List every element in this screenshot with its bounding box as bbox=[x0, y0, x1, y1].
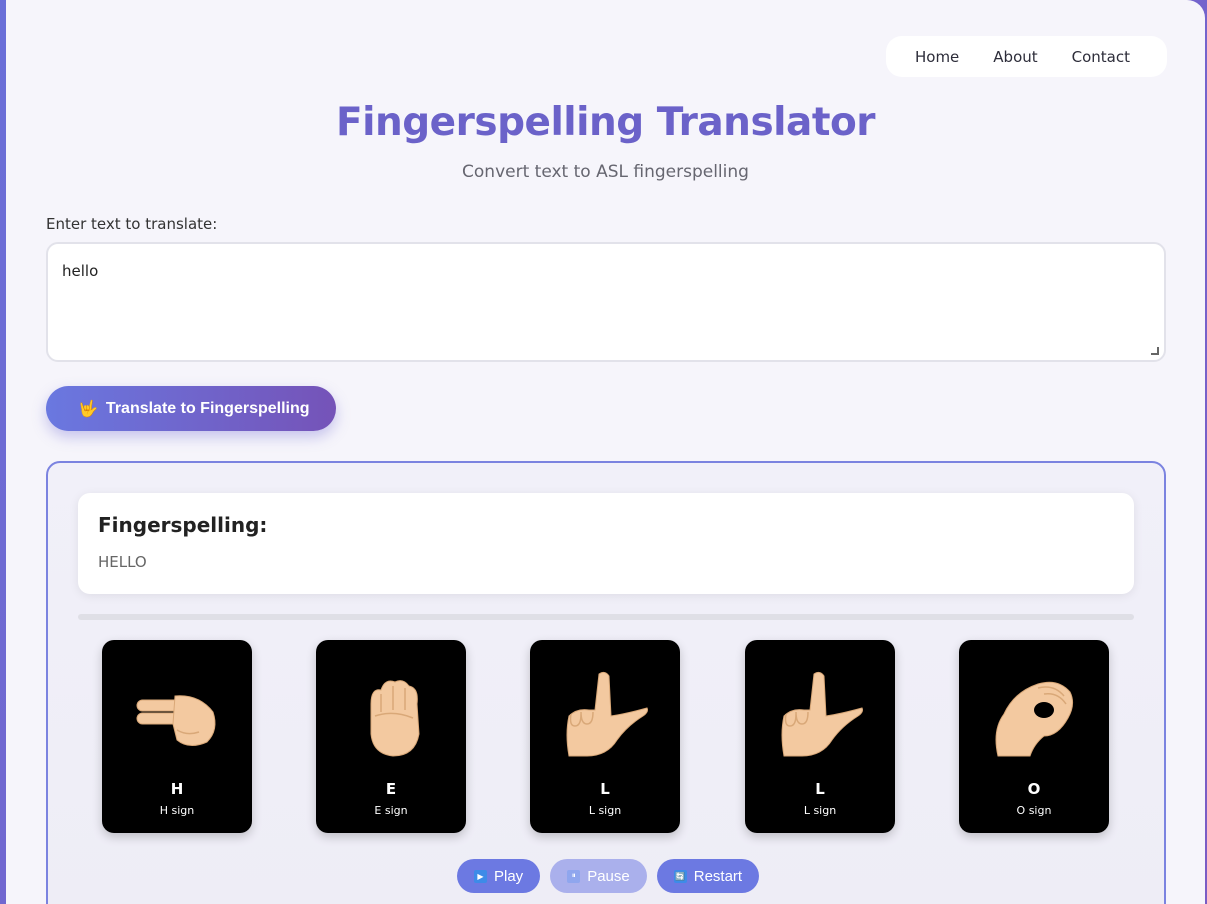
result-panel: Fingerspelling: HELLO H H sign E E sign … bbox=[46, 461, 1166, 904]
hand-sign-l-icon bbox=[566, 671, 648, 757]
sign-caption: L sign bbox=[803, 804, 837, 817]
hand-sign-h-icon bbox=[136, 695, 216, 746]
sign-card-l-1[interactable]: L L sign bbox=[530, 640, 680, 833]
translate-button[interactable]: 🤟 Translate to Fingerspelling bbox=[46, 386, 336, 431]
app-window: Home About Contact Fingerspelling Transl… bbox=[6, 0, 1205, 904]
page-title: Fingerspelling Translator bbox=[335, 100, 876, 145]
sign-card-h[interactable]: H H sign bbox=[102, 640, 252, 833]
playback-controls: ▶ Play ⏸ Pause 🔄 Restart bbox=[457, 859, 760, 893]
sign-letter: L bbox=[600, 780, 610, 798]
hand-sign-o-icon bbox=[995, 681, 1074, 757]
text-input[interactable]: hello bbox=[46, 242, 1166, 362]
fingerspelling-text: HELLO bbox=[98, 553, 147, 571]
text-input-value: hello bbox=[62, 262, 99, 280]
hand-sign-l-icon bbox=[781, 671, 863, 757]
nav-about-link[interactable]: About bbox=[976, 48, 1054, 66]
sign-caption: E sign bbox=[374, 804, 408, 817]
sign-card-list: H H sign E E sign L L sign L L sign O O … bbox=[102, 640, 1110, 833]
sign-letter: E bbox=[385, 780, 397, 798]
playback-progress-bar bbox=[78, 614, 1134, 620]
hand-sign-e-icon bbox=[370, 680, 420, 757]
pause-icon: ⏸ bbox=[567, 869, 581, 883]
sign-hand-icon: 🤟 bbox=[78, 400, 98, 418]
nav-home-link[interactable]: Home bbox=[898, 48, 976, 66]
sign-caption: H sign bbox=[159, 804, 195, 817]
sign-card-l-2[interactable]: L L sign bbox=[745, 640, 895, 833]
restart-icon: 🔄 bbox=[673, 869, 687, 883]
fingerspelling-summary-card: Fingerspelling: HELLO bbox=[78, 493, 1134, 594]
resize-handle[interactable] bbox=[1151, 347, 1159, 355]
play-icon: ▶ bbox=[474, 869, 487, 883]
top-nav: Home About Contact bbox=[885, 36, 1167, 77]
sign-caption: O sign bbox=[1016, 804, 1052, 817]
translate-button-label: Translate to Fingerspelling bbox=[105, 399, 310, 417]
sign-letter: O bbox=[1027, 780, 1041, 798]
restart-button[interactable]: 🔄 Restart bbox=[656, 859, 760, 893]
play-button-label: Play bbox=[494, 867, 524, 885]
play-button[interactable]: ▶ Play bbox=[457, 859, 541, 893]
page-subtitle: Convert text to ASL fingerspelling bbox=[462, 162, 749, 182]
sign-letter: L bbox=[815, 780, 825, 798]
restart-button-label: Restart bbox=[693, 867, 743, 885]
text-input-label: Enter text to translate: bbox=[46, 215, 218, 233]
pause-button-label: Pause bbox=[587, 867, 630, 885]
sign-caption: L sign bbox=[588, 804, 622, 817]
sign-letter: H bbox=[170, 780, 184, 798]
fingerspelling-heading: Fingerspelling: bbox=[98, 513, 268, 537]
sign-card-e[interactable]: E E sign bbox=[316, 640, 466, 833]
pause-button[interactable]: ⏸ Pause bbox=[550, 859, 647, 893]
nav-contact-link[interactable]: Contact bbox=[1055, 48, 1147, 66]
sign-card-o[interactable]: O O sign bbox=[959, 640, 1109, 833]
